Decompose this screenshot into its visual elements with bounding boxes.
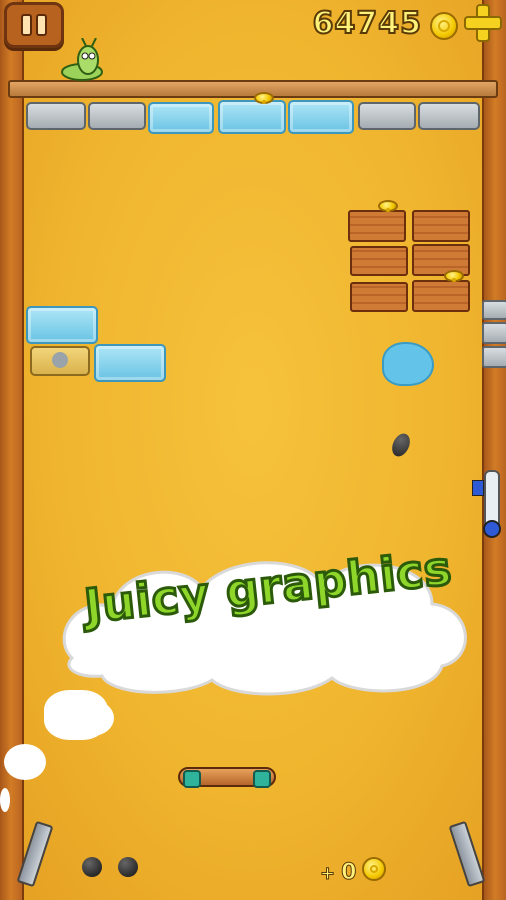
water-splash	[382, 342, 434, 386]
coin-icon	[444, 270, 464, 282]
wall-stone	[482, 322, 506, 344]
coin-icon	[378, 200, 398, 212]
spare-ball-icon	[118, 857, 138, 877]
launcher-post-right	[448, 820, 486, 888]
stone-brick	[418, 102, 480, 130]
game-stage[interactable]: 64745 Juicy graphics + 0	[0, 0, 506, 900]
ice-brick	[94, 344, 166, 382]
pause-icon	[21, 14, 32, 36]
score-counter: 64745	[312, 5, 422, 42]
bonus-prefix: +	[319, 863, 336, 885]
coin-icon	[430, 12, 458, 40]
stone-brick	[26, 102, 86, 130]
ice-brick	[26, 306, 98, 344]
stone-brick	[88, 102, 146, 130]
wood-crate	[350, 246, 408, 276]
thermo-clip	[472, 480, 484, 496]
wood-crate	[412, 210, 470, 242]
ice-brick	[288, 100, 354, 134]
wall-stone	[482, 346, 506, 368]
bonus-value: 0	[341, 860, 357, 886]
slug-character	[61, 38, 103, 81]
small-cloud	[0, 788, 10, 812]
pause-icon-bar	[36, 14, 47, 36]
right-wall	[482, 0, 506, 900]
ice-brick	[218, 100, 286, 134]
top-shelf	[8, 80, 498, 98]
pause-button[interactable]	[4, 2, 64, 48]
wall-stone	[482, 300, 506, 320]
spare-ball-icon	[82, 857, 102, 877]
game-ball	[388, 430, 414, 460]
coin-icon	[362, 857, 386, 881]
wood-crate	[350, 282, 408, 312]
small-cloud	[4, 744, 46, 780]
ice-brick	[148, 102, 214, 134]
player-paddle[interactable]	[178, 767, 276, 788]
coin-bonus-counter: +0	[319, 860, 357, 886]
thermometer-icon	[483, 470, 501, 538]
stone-brick	[358, 102, 416, 130]
add-coins-button[interactable]	[464, 4, 502, 42]
wood-crate	[348, 210, 406, 242]
small-cloud	[70, 700, 114, 736]
coin-icon	[254, 92, 274, 104]
embedded-rock	[52, 352, 68, 368]
wood-crate	[412, 280, 470, 312]
